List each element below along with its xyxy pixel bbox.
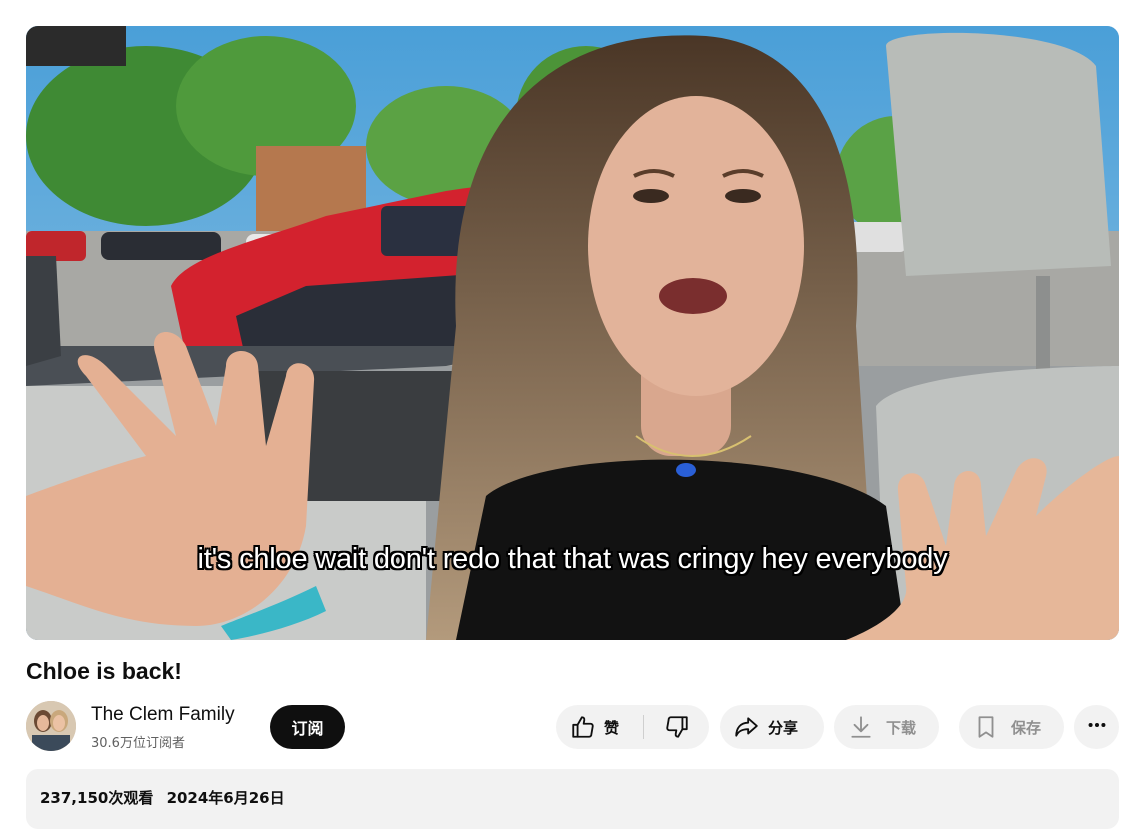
video-meta: 237,150次观看 2024年6月26日 — [40, 787, 285, 808]
video-player[interactable]: it's chloe wait don't redo that that was… — [26, 26, 1119, 640]
share-arrow-icon — [732, 714, 760, 740]
like-label: 赞 — [604, 718, 620, 737]
subscriber-count: 30.6万位订阅者 — [91, 736, 185, 751]
more-horizontal-icon — [1086, 714, 1108, 740]
share-button[interactable]: 分享 — [720, 705, 824, 749]
bookmark-icon — [973, 714, 999, 740]
download-button[interactable]: 下载 — [834, 705, 939, 749]
share-label: 分享 — [768, 718, 799, 737]
view-count: 237,150次观看 — [40, 789, 154, 807]
video-title: Chloe is back! — [26, 658, 182, 684]
download-label: 下载 — [886, 718, 917, 737]
more-actions-button[interactable] — [1074, 705, 1119, 749]
dislike-button[interactable] — [644, 705, 709, 749]
channel-name[interactable]: The Clem Family — [91, 704, 235, 726]
subscribe-button[interactable]: 订阅 — [270, 705, 345, 749]
save-button[interactable]: 保存 — [959, 705, 1064, 749]
like-dislike-group: 赞 — [556, 705, 709, 749]
avatar-image — [26, 701, 76, 751]
like-button[interactable]: 赞 — [556, 705, 643, 749]
thumb-down-icon — [664, 714, 690, 740]
description-box[interactable]: 237,150次观看 2024年6月26日 — [26, 769, 1119, 829]
channel-avatar[interactable] — [26, 701, 76, 751]
download-icon — [848, 714, 874, 740]
video-caption: it's chloe wait don't redo that that was… — [197, 543, 948, 575]
thumb-up-icon — [570, 714, 596, 740]
upload-date: 2024年6月26日 — [166, 789, 285, 807]
save-label: 保存 — [1011, 718, 1042, 737]
